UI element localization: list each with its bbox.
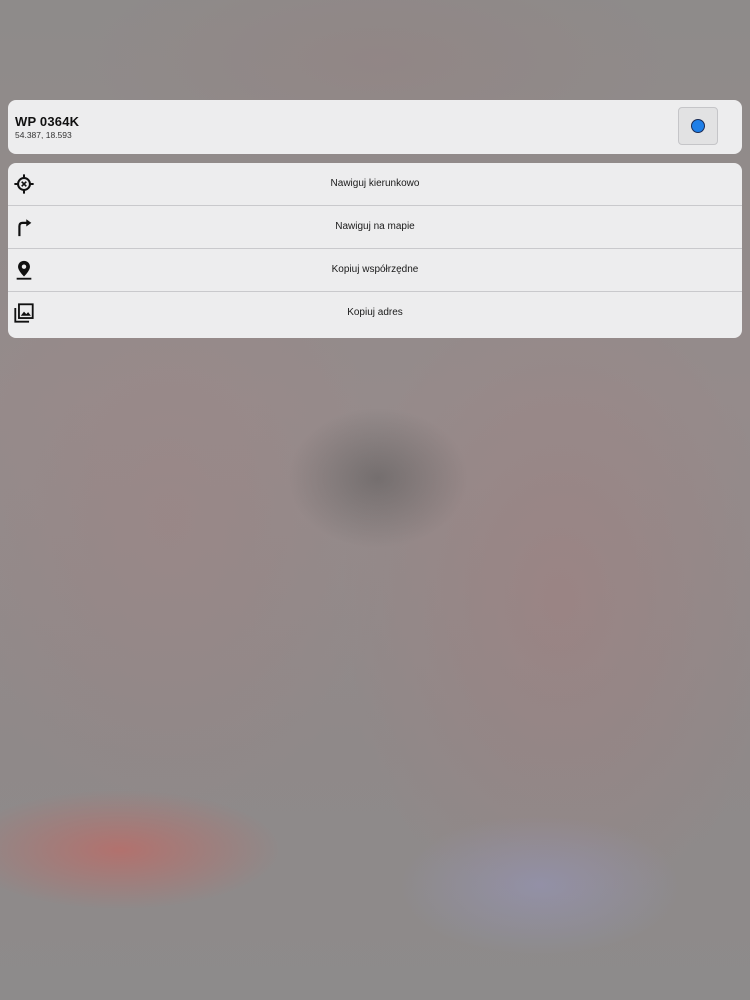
color-dot-icon <box>691 119 705 133</box>
action-menu: Nawiguj kierunkowo Nawiguj na mapie Kopi… <box>8 163 742 338</box>
menu-item-label: Nawiguj na mapie <box>335 221 415 232</box>
waypoint-color-button[interactable] <box>678 107 718 145</box>
menu-item-label: Kopiuj współrzędne <box>331 264 419 275</box>
menu-item-copy-address[interactable]: Kopiuj adres <box>8 292 742 337</box>
menu-item-copy-coordinates[interactable]: Kopiuj współrzędne <box>8 249 742 292</box>
menu-item-navigate-direction[interactable]: Nawiguj kierunkowo <box>8 163 742 206</box>
waypoint-title: WP 0364K <box>15 114 80 129</box>
menu-item-label: Nawiguj kierunkowo <box>330 178 420 189</box>
waypoint-header-card: WP 0364K 54.387, 18.593 <box>8 100 742 154</box>
menu-item-label: Kopiuj adres <box>347 307 403 318</box>
menu-item-navigate-map[interactable]: Nawiguj na mapie <box>8 206 742 249</box>
waypoint-coordinates: 54.387, 18.593 <box>15 130 72 140</box>
